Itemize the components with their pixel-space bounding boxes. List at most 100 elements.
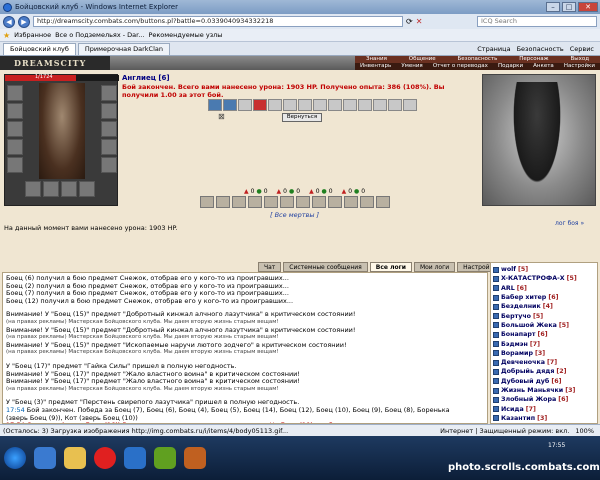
menu-character[interactable]: Персонаж [519,56,548,63]
user-item[interactable]: Исида [7] [493,404,595,413]
action-icon[interactable] [328,196,342,208]
menu-gifts[interactable]: Подарки [498,63,523,70]
user-name[interactable]: Безделник [501,303,541,310]
effect-icon[interactable] [223,99,237,111]
equip-slot[interactable] [101,157,117,173]
action-icon[interactable] [344,196,358,208]
effect-icon[interactable] [268,99,282,111]
user-name[interactable]: Казантип [501,415,535,422]
equip-slot[interactable] [7,139,23,155]
equip-slot[interactable] [7,85,23,101]
action-icon[interactable] [376,196,390,208]
menu-security[interactable]: Безопасность [458,56,498,63]
equip-slot[interactable] [7,103,23,119]
action-icon[interactable] [360,196,374,208]
return-button[interactable]: Вернуться [282,113,322,122]
effect-icon[interactable] [208,99,222,111]
menu-profile[interactable]: Анкета [533,63,554,70]
refresh-icon[interactable]: ⟳ [406,17,413,26]
all-dead-link[interactable]: [ Все мертвы ] [270,211,319,219]
folder-taskbar-icon[interactable] [64,447,86,469]
effect-icon[interactable] [343,99,357,111]
user-name[interactable]: Жизнь Маньячки [501,387,563,394]
equip-slot[interactable] [7,121,23,137]
user-name[interactable]: Бертучо [501,313,531,320]
user-name[interactable]: Дубовый дуб [501,378,549,385]
user-item[interactable]: Бэдмэн [7] [493,339,595,348]
close-button[interactable]: ✕ [578,2,598,12]
tab-all-logs[interactable]: Все логи [369,262,412,272]
user-name[interactable]: Большой Жека [501,322,557,329]
opponent-name[interactable]: Англиец [6] [122,74,170,82]
effect-icon[interactable] [328,99,342,111]
equip-slot[interactable] [61,181,77,197]
effect-icon[interactable] [313,99,327,111]
effect-icon[interactable] [298,99,312,111]
user-item[interactable]: Безделник [4] [493,302,595,311]
address-input[interactable]: http://dreamscity.combats.com/buttons.pl… [33,16,403,27]
user-item[interactable]: Жизнь Маньячки [3] [493,386,595,395]
effect-icon[interactable] [283,99,297,111]
equip-slot[interactable] [101,139,117,155]
user-item[interactable]: Девченочка [7] [493,358,595,367]
user-name[interactable]: Бабер хитер [501,294,546,301]
opera-taskbar-icon[interactable] [94,447,116,469]
user-item[interactable]: wolf [5] [493,265,595,274]
effect-icon[interactable] [358,99,372,111]
user-item[interactable]: Бертучо [5] [493,311,595,320]
equip-slot[interactable] [43,181,59,197]
tools-menu[interactable]: Сервис [570,45,594,53]
user-item[interactable]: Дубовый дуб [6] [493,377,595,386]
back-button[interactable]: ◀ [3,15,15,28]
user-item[interactable]: Бабер хитер [6] [493,293,595,302]
user-name[interactable]: Добрыйь дядя [501,368,554,375]
user-name[interactable]: Ворамир [501,350,533,357]
menu-inventory[interactable]: Инвентарь [360,63,391,70]
security-menu[interactable]: Безопасность [517,45,564,53]
action-icon[interactable] [200,196,214,208]
effect-icon[interactable] [388,99,402,111]
tab-fight-club[interactable]: Бойцовский клуб [3,43,76,55]
menu-communication[interactable]: Общение [409,56,436,63]
user-item[interactable]: Казантип [3] [493,414,595,423]
menu-skills[interactable]: Умения [401,63,422,70]
equip-slot[interactable] [101,103,117,119]
heart-icon[interactable] [253,99,267,111]
effect-icon[interactable] [403,99,417,111]
action-icon[interactable] [312,196,326,208]
user-name[interactable]: X-КАТАСТРОФА-X [501,275,565,282]
favorite-item[interactable]: Рекомендуемые узлы [148,31,222,39]
word-taskbar-icon[interactable] [124,447,146,469]
user-item[interactable]: ARL [6] [493,284,595,293]
maximize-button[interactable]: □ [562,2,576,12]
battle-log-link[interactable]: лог боя » [555,220,584,227]
equip-slot[interactable] [79,181,95,197]
user-name[interactable]: wolf [501,266,516,273]
action-icon[interactable] [296,196,310,208]
action-icon[interactable] [264,196,278,208]
user-item[interactable]: Злобный Жора [6] [493,395,595,404]
user-name[interactable]: Бонапарт [501,331,535,338]
user-name[interactable]: Злобный Жора [501,396,556,403]
ie-taskbar-icon[interactable] [34,447,56,469]
user-list[interactable]: wolf [5] X-КАТАСТРОФА-X [5] ARL [6] Бабер хите… [490,262,598,424]
tab-darkclan[interactable]: Примерочная DarkClan [77,43,171,55]
action-icon[interactable] [280,196,294,208]
user-item[interactable]: X-КАТАСТРОФА-X [5] [493,274,595,283]
menu-settings[interactable]: Настройки [564,63,595,70]
favorites-button[interactable]: Избранное [14,31,51,39]
zoom-level[interactable]: 100% [575,427,594,435]
user-name[interactable]: ARL [501,285,515,292]
start-button-icon[interactable] [4,447,26,469]
minimize-button[interactable]: – [546,2,560,12]
menu-exit[interactable]: Выход [570,56,589,63]
chat-log[interactable]: Боец (6) получил в бою предмет Снежок, о… [2,272,488,424]
stop-icon[interactable]: ✕ [416,17,423,26]
page-menu[interactable]: Страница [477,45,510,53]
effect-icon[interactable] [238,99,252,111]
security-zone[interactable]: Интернет | Защищенный режим: вкл. [440,427,569,435]
app-taskbar-icon[interactable] [154,447,176,469]
app-taskbar-icon[interactable] [184,447,206,469]
user-name[interactable]: Исида [501,406,524,413]
favorite-item[interactable]: Все о Подземельях - Dar... [55,31,144,39]
